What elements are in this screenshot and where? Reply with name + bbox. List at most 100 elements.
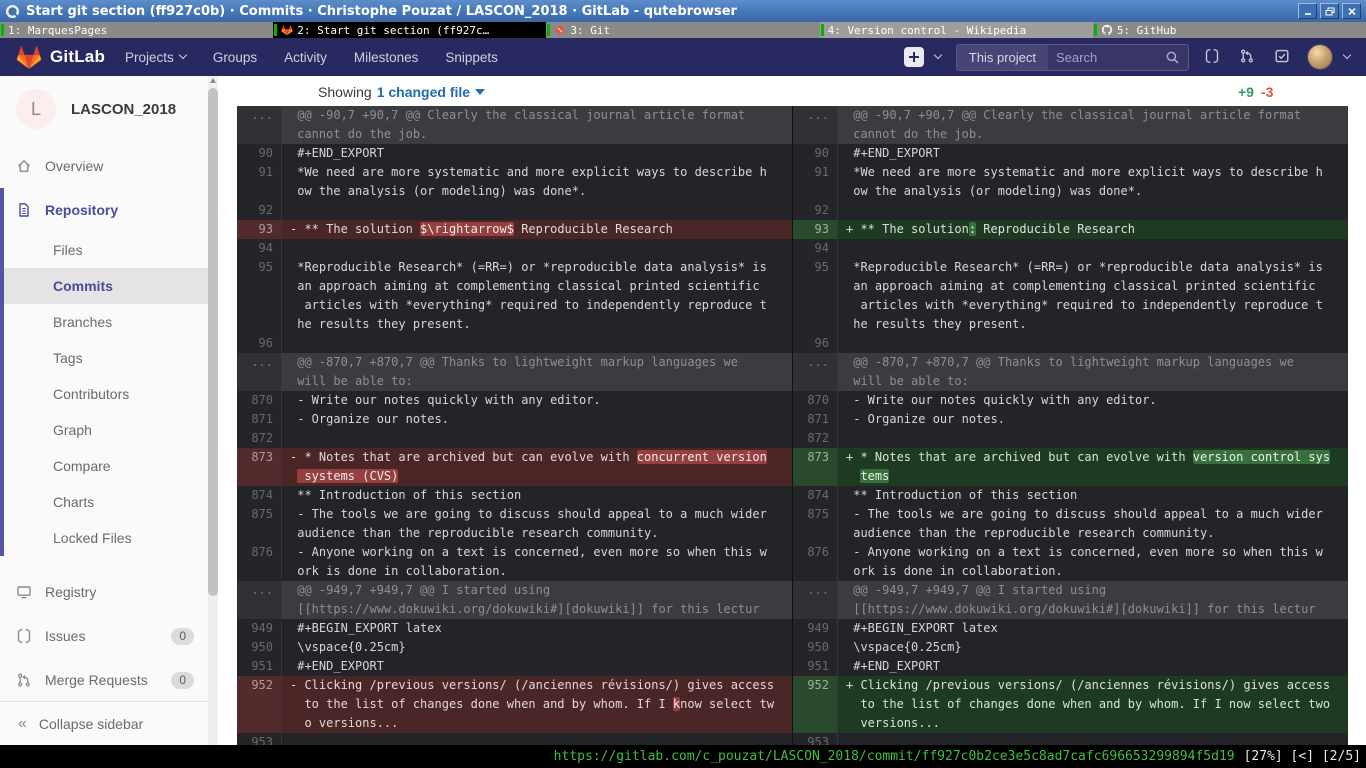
tab-label: 5: GitHub (1117, 24, 1177, 37)
line-number[interactable]: 96 (237, 334, 282, 353)
navbar-right: This project (904, 44, 1350, 71)
tab-3[interactable]: 3: Git (546, 22, 819, 38)
nav-item-activity[interactable]: Activity (284, 50, 327, 65)
code-line: to the list of changes done when and by … (290, 695, 792, 714)
line-number[interactable]: 876 (237, 543, 282, 581)
sidebar-item-locked-files[interactable]: Locked Files (4, 520, 218, 556)
line-number[interactable]: 93 (237, 220, 282, 239)
sidebar-item-issues[interactable]: Issues0 (0, 614, 218, 658)
gitlab-brand[interactable]: GitLab (16, 44, 105, 70)
git-favicon-icon (554, 24, 566, 36)
line-number[interactable]: 949 (793, 619, 838, 638)
sidebar-item-files[interactable]: Files (4, 232, 218, 268)
sidebar-item-tags[interactable]: Tags (4, 340, 218, 376)
line-number[interactable]: 870 (793, 391, 838, 410)
line-number[interactable]: 95 (237, 258, 282, 334)
line-number[interactable]: 874 (793, 486, 838, 505)
search-scope[interactable]: This project (957, 45, 1048, 70)
line-number[interactable]: ... (793, 581, 838, 619)
sidebar-scrollbar[interactable] (208, 76, 218, 745)
line-number[interactable]: 95 (793, 258, 838, 334)
title-bar: Start git section (ff927c0b) · Commits ·… (0, 0, 1366, 22)
line-number[interactable]: 91 (237, 163, 282, 201)
search-input[interactable] (1056, 50, 1157, 65)
tab-5[interactable]: 5: GitHub (1093, 22, 1366, 38)
changed-files-dropdown[interactable]: 1 changed file (377, 84, 485, 100)
sidebar-item-compare[interactable]: Compare (4, 448, 218, 484)
line-number[interactable]: 952 (237, 676, 282, 733)
code-line: *Reproducible Research* (=RR=) or *repro… (846, 258, 1348, 277)
sidebar-item-branches[interactable]: Branches (4, 304, 218, 340)
sidebar-item-repository[interactable]: Repository (4, 188, 218, 232)
sidebar-item-charts[interactable]: Charts (4, 484, 218, 520)
line-number[interactable]: 874 (237, 486, 282, 505)
new-menu[interactable] (904, 47, 941, 67)
line-number[interactable]: 873 (237, 448, 282, 486)
line-number[interactable]: 94 (237, 239, 282, 258)
tab-2[interactable]: 2: Start git section (ff927c… (273, 22, 546, 38)
sidebar-item-overview[interactable]: Overview (0, 144, 218, 188)
line-number[interactable]: ... (237, 581, 282, 619)
line-number[interactable]: 951 (237, 657, 282, 676)
line-number[interactable]: 876 (793, 543, 838, 581)
line-number[interactable]: 953 (237, 733, 282, 745)
line-number[interactable]: 872 (237, 429, 282, 448)
line-number[interactable]: 875 (793, 505, 838, 543)
line-number[interactable]: 90 (793, 144, 838, 163)
line-number[interactable]: 951 (793, 657, 838, 676)
todos-icon[interactable] (1274, 48, 1292, 66)
line-number[interactable]: 875 (237, 505, 282, 543)
minimize-button[interactable] (1298, 3, 1317, 19)
line-number[interactable]: ... (793, 106, 838, 144)
line-number[interactable]: 91 (793, 163, 838, 201)
code-line: cannot do the job. (846, 125, 1348, 144)
tab-1[interactable]: 1: MarquesPages (0, 22, 273, 38)
line-number[interactable]: 950 (237, 638, 282, 657)
sidebar-item-commits[interactable]: Commits (4, 268, 218, 304)
line-number[interactable]: 94 (793, 239, 838, 258)
code-cell: - Clicking /previous versions/ (/ancienn… (282, 676, 792, 733)
close-button[interactable] (1342, 3, 1361, 19)
line-number[interactable]: 949 (237, 619, 282, 638)
line-number[interactable]: 870 (237, 391, 282, 410)
sidebar-item-registry[interactable]: Registry (0, 570, 218, 614)
maximize-button[interactable] (1320, 3, 1339, 19)
sidebar-item-graph[interactable]: Graph (4, 412, 218, 448)
line-number[interactable]: ... (237, 106, 282, 144)
tab-4[interactable]: 4: Version control - Wikipedia (820, 22, 1093, 38)
line-number[interactable]: 96 (793, 334, 838, 353)
tab-label: 3: Git (570, 24, 610, 37)
line-number[interactable]: 953 (793, 733, 838, 745)
code-cell: #+END_EXPORT (838, 144, 1348, 163)
diff-pane-old: 950 \vspace{0.25cm} (237, 638, 792, 657)
line-number[interactable]: ... (793, 353, 838, 391)
line-number[interactable]: 92 (793, 201, 838, 220)
sidebar-scrollbar-thumb[interactable] (208, 88, 218, 596)
line-number[interactable]: ... (237, 353, 282, 391)
diff-row: 94 94 (237, 239, 1348, 258)
line-number[interactable]: 871 (237, 410, 282, 429)
diff-pane-new: 874 ** Introduction of this section (792, 486, 1348, 505)
merge-requests-icon[interactable] (1239, 48, 1257, 66)
line-number[interactable]: 872 (793, 429, 838, 448)
line-number[interactable]: 93 (793, 220, 838, 239)
nav-item-milestones[interactable]: Milestones (354, 50, 419, 65)
nav-item-projects[interactable]: Projects (125, 50, 186, 65)
collapse-sidebar-button[interactable]: « Collapse sidebar (0, 701, 208, 745)
line-number[interactable]: 952 (793, 676, 838, 733)
issues-icon[interactable] (1204, 48, 1222, 66)
code-line (290, 334, 792, 353)
user-menu[interactable] (1307, 44, 1350, 70)
line-number[interactable]: 92 (237, 201, 282, 220)
code-line (846, 429, 1348, 448)
nav-item-groups[interactable]: Groups (213, 50, 257, 65)
line-number[interactable]: 871 (793, 410, 838, 429)
sidebar-item-merge-requests[interactable]: Merge Requests0 (0, 658, 218, 702)
nav-item-snippets[interactable]: Snippets (445, 50, 498, 65)
code-cell: @@ -870,7 +870,7 @@ Thanks to lightweigh… (282, 353, 792, 391)
project-header[interactable]: L LASCON_2018 (0, 76, 218, 140)
line-number[interactable]: 873 (793, 448, 838, 486)
sidebar-item-contributors[interactable]: Contributors (4, 376, 218, 412)
line-number[interactable]: 950 (793, 638, 838, 657)
line-number[interactable]: 90 (237, 144, 282, 163)
